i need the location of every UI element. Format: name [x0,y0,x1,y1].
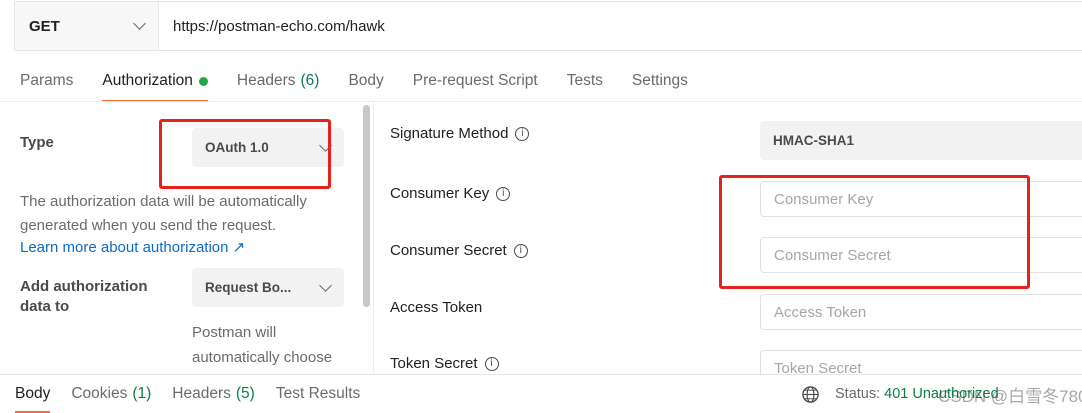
consumer-secret-label: Consumer Secret i [390,242,528,259]
tab-label: Body [15,385,51,402]
info-icon[interactable]: i [515,126,530,141]
chevron-down-icon [319,278,332,292]
signature-method-label: Signature Method i [390,125,530,142]
tab-label: Params [20,72,74,89]
token-secret-label: Token Secret i [390,355,499,372]
tab-params[interactable]: Params [20,70,73,102]
tab-body[interactable]: Body [348,70,383,102]
field-label-text: Consumer Secret [390,242,507,259]
add-auth-to-select[interactable]: Request Bo... [192,268,344,307]
tab-authorization[interactable]: Authorization [102,70,209,102]
tab-label: Test Results [275,385,361,402]
tab-label: Headers [236,72,296,89]
chevron-down-icon [133,17,146,30]
access-token-label: Access Token [390,299,482,316]
method-select[interactable]: GET [15,2,159,50]
tab-count: (6) [300,72,320,89]
response-tab-test-results[interactable]: Test Results [276,385,360,413]
watermark-text: CSDN @白雪冬780 [938,387,1082,406]
consumer-key-label: Consumer Key i [390,185,511,202]
tab-headers[interactable]: Headers (6) [237,70,320,102]
tab-label: Cookies [71,385,128,402]
status-dot-icon [198,77,208,86]
access-token-input[interactable] [760,294,1082,330]
tab-label: Body [348,72,384,89]
left-panel-scrollbar[interactable] [363,105,370,307]
tab-count: (1) [132,385,152,402]
status-label: Status: [835,386,881,402]
info-icon[interactable]: i [513,243,528,258]
tab-count: (5) [235,385,255,402]
tab-label: Headers [172,385,231,402]
tab-label: Pre-request Script [412,72,538,89]
method-label: GET [29,17,60,35]
info-icon[interactable]: i [484,356,499,371]
signature-method-select[interactable]: HMAC-SHA1 [760,121,1082,160]
field-label-text: Consumer Key [390,185,490,202]
field-label-text: Access Token [390,299,483,316]
add-auth-to-note: Postman will automatically choose [192,324,333,366]
tab-label: Authorization [102,72,193,89]
tab-settings[interactable]: Settings [632,70,688,102]
url-input[interactable]: https://postman-echo.com/hawk [159,2,385,50]
request-tabs: Params Authorization Headers (6) Body Pre… [20,70,717,102]
auth-description: The authorization data will be automatic… [20,193,307,234]
auth-type-label: Type [20,134,54,151]
response-tab-headers[interactable]: Headers (5) [172,385,255,413]
response-bar: Body Cookies (1) Headers (5) Test Results … [0,374,1082,413]
add-auth-to-value: Request Bo... [205,280,292,295]
field-label-text: Token Secret [390,355,478,372]
add-auth-to-label: Add authorization data to [20,278,148,315]
tab-label: Tests [566,72,603,89]
annotation-box-consumer [719,175,1030,289]
response-tab-body[interactable]: Body [15,385,51,413]
learn-more-link[interactable]: Learn more about authorization ↗ [20,238,245,256]
tab-label: Settings [631,72,688,89]
response-tabs: Body Cookies (1) Headers (5) Test Results [15,385,381,413]
tab-pre-request-script[interactable]: Pre-request Script [413,70,538,102]
response-tab-cookies[interactable]: Cookies (1) [71,385,151,413]
annotation-box-type [159,119,331,189]
panel-divider [373,102,374,374]
info-icon[interactable]: i [496,186,511,201]
tabs-divider [0,101,1082,102]
request-url-bar: GET https://postman-echo.com/hawk [14,1,1082,51]
tab-tests[interactable]: Tests [567,70,603,102]
field-label-text: Signature Method [390,125,509,142]
globe-icon[interactable] [801,385,820,404]
